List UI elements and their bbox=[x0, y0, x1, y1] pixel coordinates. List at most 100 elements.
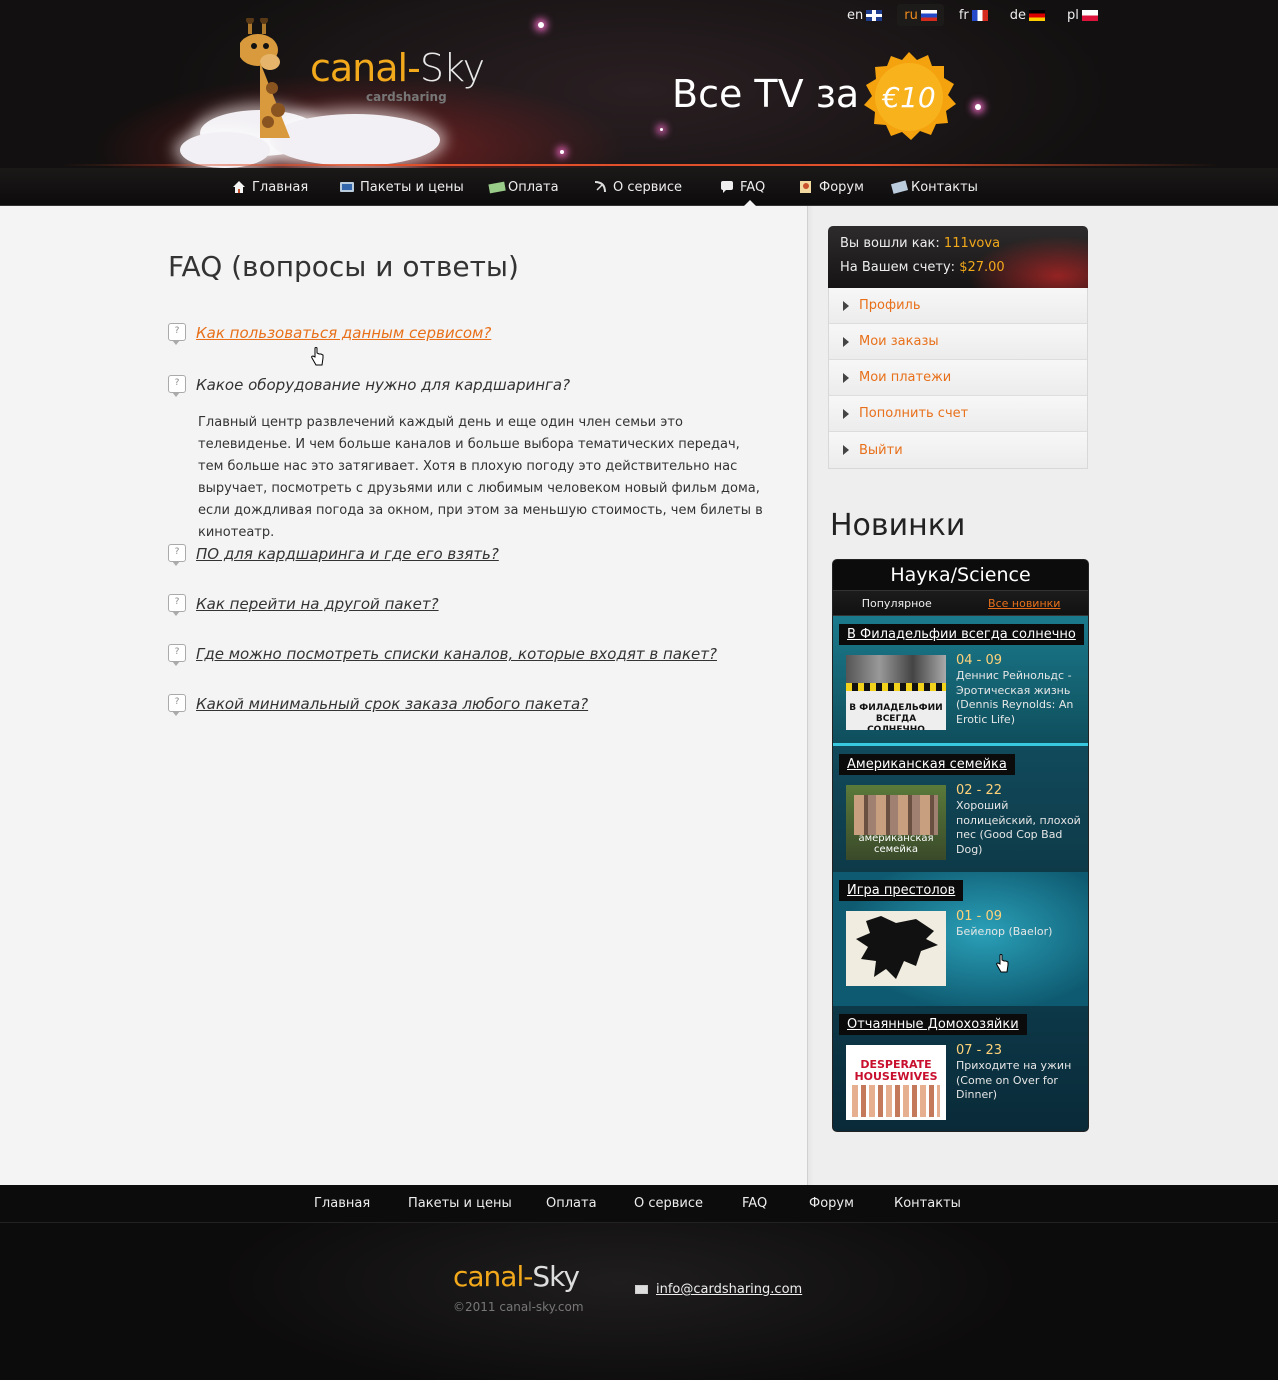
show-title-link[interactable]: Отчаянные Домохозяйки bbox=[839, 1014, 1027, 1035]
faq-item[interactable]: ? Как перейти на другой пакет? bbox=[168, 594, 439, 616]
sidebar-divider bbox=[807, 206, 808, 1186]
footer-logo[interactable]: canal-Sky bbox=[453, 1260, 580, 1293]
nav-home[interactable]: Главная bbox=[232, 168, 308, 206]
faq-item[interactable]: ? Какое оборудование нужно для кардшарин… bbox=[168, 375, 570, 397]
show-title-link[interactable]: Американская семейка bbox=[839, 754, 1015, 775]
hand-cursor-icon bbox=[996, 954, 1009, 973]
nav-label: Главная bbox=[252, 179, 309, 195]
promo-text: Все TV за bbox=[672, 72, 860, 116]
footer-link-about[interactable]: О сервисе bbox=[634, 1185, 703, 1223]
footer-link-faq[interactable]: FAQ bbox=[742, 1185, 767, 1223]
arrow-right-icon bbox=[843, 408, 849, 419]
lang-ru[interactable]: ru bbox=[897, 4, 944, 26]
episode-name: Приходите на ужин (Come on Over for Dinn… bbox=[956, 1059, 1072, 1101]
logo-sky-text: Sky bbox=[419, 46, 485, 90]
faq-question-link[interactable]: Как перейти на другой пакет? bbox=[196, 595, 439, 613]
france-flag-icon bbox=[971, 9, 988, 21]
question-bubble-icon: ? bbox=[168, 644, 186, 666]
faq-question-link[interactable]: Как пользоваться данным сервисом? bbox=[196, 324, 491, 342]
footer-email[interactable]: info@cardsharing.com bbox=[635, 1282, 802, 1297]
tab-popular[interactable]: Популярное bbox=[833, 597, 961, 610]
nav-contacts[interactable]: Контакты bbox=[890, 168, 978, 206]
hand-cursor-icon bbox=[311, 347, 324, 366]
widget-tabs: Популярное Все новинки bbox=[833, 590, 1088, 616]
footer-link-home[interactable]: Главная bbox=[314, 1185, 370, 1223]
nav-packages[interactable]: Пакеты и цены bbox=[340, 168, 464, 206]
footer-nav: Главная Пакеты и цены Оплата О сервисе F… bbox=[0, 1185, 1278, 1223]
tv-icon bbox=[340, 180, 354, 194]
episode-name: Хороший полицейский, плохой пес (Good Co… bbox=[956, 799, 1081, 856]
faq-question-link[interactable]: Какой минимальный срок заказа любого пак… bbox=[196, 695, 588, 713]
show-poster[interactable]: DESPERATE HOUSEWIVES bbox=[846, 1045, 946, 1120]
main-nav: Главная Пакеты и цены Оплата О сервисе F… bbox=[0, 168, 1278, 206]
lang-label: ru bbox=[904, 7, 918, 23]
show-card[interactable]: Игра престолов 01 - 09 Бейелор (Baelor) bbox=[833, 872, 1088, 1006]
header: canal-Sky cardsharing en ru fr de pl Все… bbox=[0, 0, 1278, 168]
price-badge: €10 bbox=[864, 52, 956, 140]
lang-en[interactable]: en bbox=[840, 4, 889, 26]
giraffe-mascot-icon bbox=[240, 18, 290, 138]
show-poster[interactable]: американская семейка bbox=[846, 785, 946, 860]
faq-item[interactable]: ? ПО для кардшаринга и где его взять? bbox=[168, 544, 499, 566]
menu-label: Пополнить счет bbox=[859, 406, 969, 421]
star-decoration bbox=[975, 104, 981, 110]
menu-item-payments[interactable]: Мои платежи bbox=[829, 360, 1087, 396]
menu-item-topup[interactable]: Пополнить счет bbox=[829, 396, 1087, 432]
nav-label: Контакты bbox=[911, 179, 978, 195]
uk-flag-icon bbox=[866, 9, 883, 21]
home-icon bbox=[232, 180, 246, 194]
username: 111vova bbox=[943, 236, 1001, 251]
faq-item[interactable]: ? Как пользоваться данным сервисом? bbox=[168, 323, 491, 345]
faq-item[interactable]: ? Какой минимальный срок заказа любого п… bbox=[168, 694, 588, 716]
widget-channel-title: Наука/Science bbox=[890, 564, 1031, 586]
show-card[interactable]: Отчаянные Домохозяйки DESPERATE HOUSEWIV… bbox=[833, 1006, 1088, 1131]
email-link[interactable]: info@cardsharing.com bbox=[656, 1282, 802, 1297]
nav-forum[interactable]: Форум bbox=[799, 168, 864, 206]
tab-all-new[interactable]: Все новинки bbox=[961, 597, 1089, 610]
site-logo[interactable]: canal-Sky bbox=[310, 46, 485, 90]
show-poster[interactable]: В ФИЛАДЕЛЬФИИ ВСЕГДА СОЛНЕЧНО bbox=[846, 655, 946, 730]
lang-pl[interactable]: pl bbox=[1060, 4, 1105, 26]
forum-icon bbox=[799, 180, 813, 194]
germany-flag-icon bbox=[1029, 9, 1046, 21]
nav-active-indicator bbox=[744, 200, 756, 206]
menu-item-logout[interactable]: Выйти bbox=[829, 432, 1087, 468]
nav-about[interactable]: О сервисе bbox=[593, 168, 682, 206]
menu-item-profile[interactable]: Профиль bbox=[829, 288, 1087, 324]
faq-question-link[interactable]: ПО для кардшаринга и где его взять? bbox=[196, 545, 499, 563]
nav-label: О сервисе bbox=[613, 179, 683, 195]
star-decoration bbox=[538, 22, 544, 28]
episode-number: 01 - 09 bbox=[956, 909, 1003, 924]
page-title: FAQ (вопросы и ответы) bbox=[168, 250, 519, 283]
star-decoration bbox=[560, 150, 564, 154]
nav-label: Пакеты и цены bbox=[360, 179, 464, 195]
footer-link-forum[interactable]: Форум bbox=[809, 1185, 854, 1223]
faq-icon bbox=[720, 180, 734, 194]
nav-payment[interactable]: Оплата bbox=[488, 168, 559, 206]
faq-item[interactable]: ? Где можно посмотреть списки каналов, к… bbox=[168, 644, 717, 666]
account-menu: Профиль Мои заказы Мои платежи Пополнить… bbox=[828, 288, 1088, 469]
show-card[interactable]: В Филадельфии всегда солнечно В ФИЛАДЕЛЬ… bbox=[833, 616, 1088, 744]
footer-link-contacts[interactable]: Контакты bbox=[894, 1185, 961, 1223]
menu-label: Профиль bbox=[859, 298, 921, 313]
nav-faq[interactable]: FAQ bbox=[720, 168, 765, 206]
faq-question-link[interactable]: Где можно посмотреть списки каналов, кот… bbox=[196, 645, 717, 663]
lang-label: pl bbox=[1067, 7, 1079, 23]
faq-question-open[interactable]: Какое оборудование нужно для кардшаринга… bbox=[196, 376, 570, 394]
show-poster[interactable] bbox=[846, 911, 946, 986]
logo-subtitle: cardsharing bbox=[366, 90, 447, 104]
star-decoration bbox=[660, 128, 663, 131]
episode-number: 07 - 23 bbox=[956, 1043, 1003, 1058]
envelope-icon bbox=[635, 1285, 648, 1294]
price-badge-text: €10 bbox=[881, 81, 935, 114]
logo-canal-text: canal- bbox=[453, 1260, 533, 1293]
show-title-link[interactable]: В Филадельфии всегда солнечно bbox=[839, 624, 1084, 645]
show-title-link[interactable]: Игра престолов bbox=[839, 880, 964, 901]
show-card[interactable]: Американская семейка американская семейк… bbox=[833, 746, 1088, 872]
menu-item-orders[interactable]: Мои заказы bbox=[829, 324, 1087, 360]
logo-sky-text: Sky bbox=[532, 1260, 580, 1293]
lang-de[interactable]: de bbox=[1003, 4, 1052, 26]
lang-fr[interactable]: fr bbox=[952, 4, 995, 26]
footer-link-payment[interactable]: Оплата bbox=[546, 1185, 597, 1223]
footer-link-packages[interactable]: Пакеты и цены bbox=[408, 1185, 512, 1223]
